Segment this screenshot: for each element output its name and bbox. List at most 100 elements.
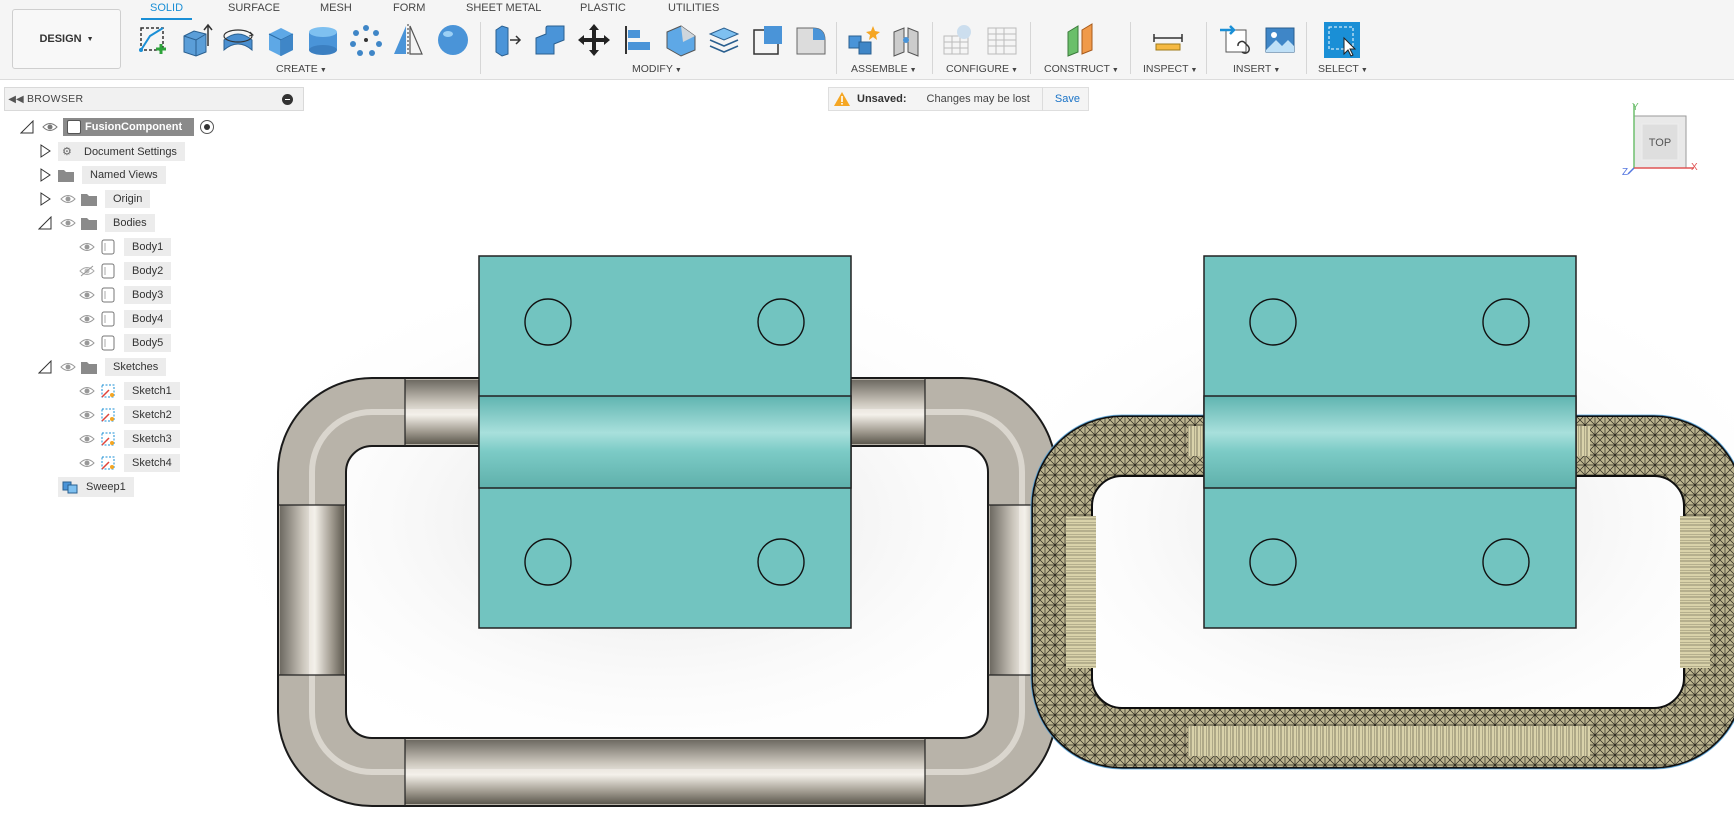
inspect-menu[interactable]: INSPECT ▼ [1143,63,1197,75]
eye-icon[interactable] [79,409,95,421]
tree-item-sketches[interactable]: Sketches [60,357,167,377]
eye-hidden-icon[interactable] [79,265,95,277]
configure-menu[interactable]: CONFIGURE ▼ [946,63,1018,75]
body-label[interactable]: Body5 [124,334,172,352]
sphere-icon[interactable] [435,22,471,58]
body-label[interactable]: Body2 [124,262,172,280]
minimize-icon[interactable] [282,94,293,105]
left-hinge-plate[interactable] [478,255,852,629]
tree-root[interactable]: FusionComponent [42,117,215,137]
pattern-icon[interactable] [348,22,384,58]
tree-item-body[interactable]: Body5 [79,333,172,353]
fillet-icon[interactable] [532,22,568,58]
save-link[interactable]: Save [1055,93,1080,105]
sketch-label[interactable]: Sketch3 [124,430,180,448]
collapse-panel-icon[interactable]: ◀◀ [5,94,27,105]
press-pull-icon[interactable] [488,22,524,58]
root-component-label[interactable]: FusionComponent [63,118,195,136]
eye-icon[interactable] [79,313,95,325]
mirror-icon[interactable] [390,22,426,58]
document-settings-label[interactable]: ⚙ Document Settings [58,141,185,161]
sketch-label[interactable]: Sketch4 [124,454,180,472]
collapsed-triangle-icon[interactable] [38,168,52,182]
sketch-label[interactable]: Sketch1 [124,382,180,400]
revolve-icon[interactable] [220,22,256,58]
model-viewport[interactable] [198,170,1734,814]
create-menu[interactable]: CREATE ▼ [276,63,327,75]
modify-menu[interactable]: MODIFY ▼ [632,63,682,75]
insert-menu[interactable]: INSERT ▼ [1233,63,1280,75]
configure-grid-icon[interactable] [984,22,1020,58]
cylinder-icon[interactable] [305,22,341,58]
eye-icon[interactable] [79,385,95,397]
extrude-icon[interactable] [178,22,214,58]
eye-icon[interactable] [79,457,95,469]
sketches-label[interactable]: Sketches [105,358,167,376]
construct-menu[interactable]: CONSTRUCT ▼ [1044,63,1119,75]
align-icon[interactable] [620,22,656,58]
combine-icon[interactable] [793,22,829,58]
eye-icon[interactable] [79,433,95,445]
tree-item-sketch[interactable]: Sketch3 [79,429,180,449]
tree-item-origin[interactable]: Origin [60,189,151,209]
select-icon[interactable] [1324,22,1360,58]
create-sketch-icon[interactable] [136,22,172,58]
chamfer-icon[interactable] [663,22,699,58]
tab-form[interactable]: FORM [393,2,425,20]
select-menu[interactable]: SELECT ▼ [1318,63,1368,75]
tree-item-body[interactable]: Body1 [79,237,172,257]
tree-item-sketch[interactable]: Sketch4 [79,453,180,473]
tree-item-named-views[interactable]: Named Views [58,165,166,185]
eye-icon[interactable] [79,289,95,301]
view-cube[interactable]: TOP Y X Z [1620,96,1700,178]
tree-item-bodies[interactable]: Bodies [60,213,155,233]
tab-plastic[interactable]: PLASTIC [580,2,626,20]
configure-table-icon[interactable] [940,22,976,58]
box-icon[interactable] [263,22,299,58]
sketch-label[interactable]: Sketch2 [124,406,180,424]
tree-item-body[interactable]: Body3 [79,285,172,305]
eye-icon[interactable] [60,193,76,205]
right-hinge-plate[interactable] [1203,255,1577,629]
eye-icon[interactable] [42,121,58,133]
tab-sheet-metal[interactable]: SHEET METAL [466,2,541,20]
move-copy-icon[interactable] [576,22,612,58]
tree-item-body[interactable]: Body2 [79,261,172,281]
insert-derive-icon[interactable] [1218,22,1254,58]
tab-utilities[interactable]: UTILITIES [668,2,719,20]
expanded-triangle-icon[interactable] [38,216,52,230]
tree-item-body[interactable]: Body4 [79,309,172,329]
body-label[interactable]: Body3 [124,286,172,304]
sweep-label[interactable]: Sweep1 [58,477,134,497]
new-component-icon[interactable] [845,22,881,58]
tab-mesh[interactable]: MESH [320,2,352,20]
measure-icon[interactable] [1150,22,1186,58]
assemble-menu[interactable]: ASSEMBLE ▼ [851,63,917,75]
tree-item-sketch[interactable]: Sketch1 [79,381,180,401]
offset-plane-icon[interactable] [1062,22,1098,58]
eye-icon[interactable] [60,217,76,229]
joint-icon[interactable] [888,22,924,58]
body-label[interactable]: Body4 [124,310,172,328]
tree-item-sketch[interactable]: Sketch2 [79,405,180,425]
bodies-label[interactable]: Bodies [105,214,155,232]
collapsed-triangle-icon[interactable] [38,144,52,158]
insert-image-icon[interactable] [1262,22,1298,58]
tree-item-document-settings[interactable]: ⚙ Document Settings [58,141,185,161]
eye-icon[interactable] [79,241,95,253]
eye-icon[interactable] [79,337,95,349]
body-label[interactable]: Body1 [124,238,172,256]
expanded-triangle-icon[interactable] [20,120,34,134]
collapsed-triangle-icon[interactable] [38,192,52,206]
shell-icon[interactable] [706,22,742,58]
named-views-label[interactable]: Named Views [82,166,166,184]
origin-label[interactable]: Origin [105,190,151,208]
tree-item-sweep[interactable]: Sweep1 [58,477,134,497]
eye-icon[interactable] [60,361,76,373]
design-workspace-button[interactable]: DESIGN ▼ [12,9,121,69]
expanded-triangle-icon[interactable] [38,360,52,374]
tab-surface[interactable]: SURFACE [228,2,280,20]
scale-icon[interactable] [750,22,786,58]
activate-radio-icon[interactable] [200,120,215,134]
body-icon [100,335,116,351]
